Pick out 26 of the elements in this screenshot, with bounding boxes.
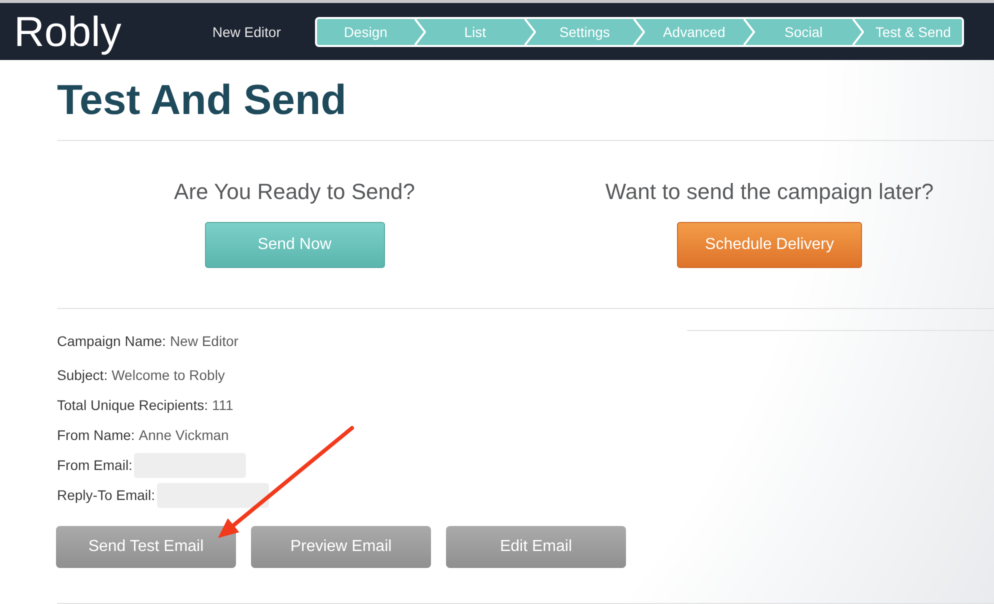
send-heading: Are You Ready to Send? [174, 178, 415, 206]
step-tab[interactable]: Social [754, 18, 852, 44]
action-button[interactable]: Preview Email [251, 526, 431, 568]
detail-value: New Editor [170, 333, 238, 349]
step-tab[interactable]: Design [316, 18, 414, 44]
step-tab[interactable]: Test & Send [864, 18, 962, 44]
detail-label: Campaign Name: [57, 333, 166, 349]
page-title: Test And Send [57, 60, 994, 141]
send-heading: Want to send the campaign later? [605, 178, 934, 206]
step-tab[interactable]: List [426, 18, 524, 44]
detail-label: Total Unique Recipients: [57, 397, 208, 413]
detail-label: From Email: [57, 457, 132, 473]
logo: Robly [14, 10, 122, 52]
send-now-button[interactable]: Send Now [204, 222, 384, 268]
detail-value: Anne Vickman [138, 427, 229, 443]
action-button[interactable]: Edit Email [446, 526, 626, 568]
detail-value: 111 [212, 397, 234, 413]
action-button[interactable]: Send Test Email [56, 526, 236, 568]
schedule-delivery-button[interactable]: Schedule Delivery [677, 222, 862, 268]
detail-label: Reply-To Email: [57, 487, 156, 503]
detail-label: From Name: [57, 427, 135, 443]
detail-label: Subject: [57, 367, 108, 383]
step-tab[interactable]: Settings [536, 18, 634, 44]
step-tab[interactable]: Advanced [645, 18, 743, 44]
detail-value: Welcome to Robly [112, 367, 225, 383]
campaign-name: New Editor [212, 24, 281, 40]
